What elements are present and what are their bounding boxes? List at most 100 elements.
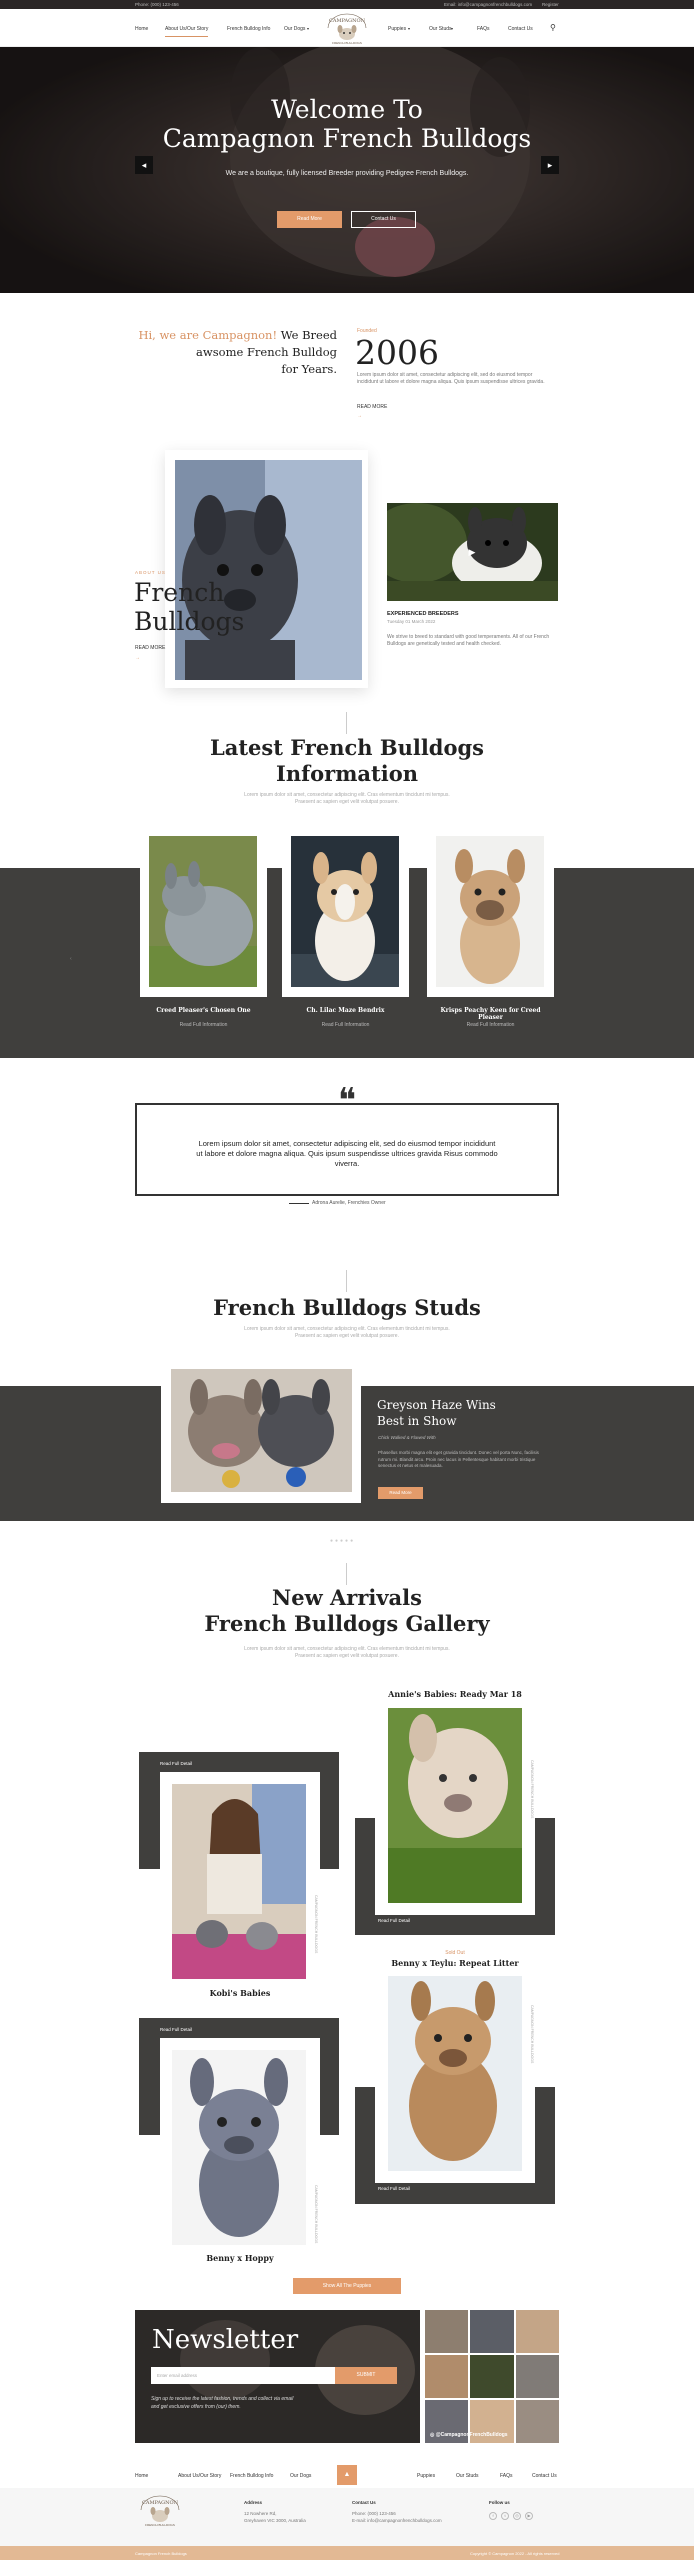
dog-card-1-link[interactable]: Read Full Information [140, 1022, 267, 1028]
footer-address-heading: Address [244, 2500, 263, 2505]
gallery-sub-1: Lorem ipsum dolor sit amet, consectetur … [244, 1646, 450, 1652]
newsletter-text-1: Sign up to receive the latest fashion, t… [151, 2396, 294, 2402]
nav-studs[interactable]: Our Studs [429, 26, 452, 32]
hero-subtitle: We are a boutique, fully licensed Breede… [225, 170, 469, 177]
about-title: French Bulldogs [134, 578, 244, 636]
latest-title-1: Latest French Bulldogs [209, 735, 485, 760]
nav-info[interactable]: French Bulldog Info [227, 26, 270, 32]
gallery-item-kobi-image [172, 1784, 306, 1979]
search-icon[interactable]: ⚲ [550, 23, 556, 32]
newsletter-title: Newsletter [152, 2325, 299, 2355]
gallery-item-teylu-name[interactable]: Benny x Teylu: Repeat Litter [375, 1958, 535, 1968]
footer-contact-heading: Contact Us [352, 2500, 376, 2505]
top-bar: Phone: (000) 123-456 Email: info@campagn… [0, 0, 694, 9]
main-nav: Home About Us/Our Story French Bulldog I… [0, 9, 694, 47]
next-slide-arrow-icon[interactable]: ▸ [541, 156, 559, 174]
about-kicker: ABOUT US [135, 570, 166, 575]
stud-sub: Chick Walked & Flawed With [378, 1435, 436, 1440]
twitter-icon[interactable]: t [501, 2512, 509, 2520]
gallery-side-text: CAMPAGNON FRENCH BULLDOGS [314, 2185, 318, 2244]
studs-sub-2: Praesent ac sapien eget velit volutpat p… [295, 1333, 399, 1339]
login-link[interactable]: Register [542, 2, 559, 7]
gallery-item-hoppy-image [172, 2050, 306, 2245]
about-title-1: French [134, 578, 225, 607]
gallery-item-teylu-image [388, 1976, 522, 2171]
instagram-icon[interactable]: ◎ [513, 2512, 521, 2520]
footer-copyright-right: Copyright © Campagnon 2022 - All rights … [470, 2551, 560, 2556]
nav-home[interactable]: Home [135, 26, 148, 32]
prev-slide-arrow-icon[interactable]: ◂ [135, 156, 153, 174]
footer-body [0, 2488, 694, 2546]
instagram-handle[interactable]: ◎ @CampagnonFrenchBulldogs [430, 2432, 508, 2438]
hero-section: Welcome To Campagnon French Bulldogs We … [0, 47, 694, 293]
intro-heading: Hi, we are Campagnon! We Breed awsome Fr… [130, 327, 337, 378]
author-dash [289, 1203, 309, 1204]
gallery-item-annie-link[interactable]: Read Full Detail [378, 1918, 410, 1923]
nav-contact[interactable]: Contact Us [508, 26, 533, 32]
founded-year: 2006 [355, 333, 439, 372]
footer-logo[interactable]: CAMPAGNON FRENCH BULLDOGS [135, 2494, 185, 2528]
footer-contact-2[interactable]: E-mail: info@campagnonfrenchbulldogs.com [352, 2518, 442, 2523]
footer-link-about[interactable]: About Us/Our Story [178, 2473, 221, 2479]
play-icon[interactable]: ▶ [466, 546, 478, 558]
footer-link-faqs[interactable]: FAQs [500, 2473, 513, 2479]
footer-follow-heading: Follow us [489, 2500, 510, 2505]
footer-link-puppies[interactable]: Puppies [417, 2473, 435, 2479]
chevron-down-icon: ▾ [451, 26, 454, 31]
stud-text: Phasellus morbi magna elit eget gravida … [378, 1450, 539, 1468]
intro-hi: Hi, we are Campagnon! [138, 328, 278, 342]
hero-read-more-button[interactable]: Read More [277, 211, 342, 228]
dog-card-3-name[interactable]: Krisps Peachy Keen for Creed Pleaser [427, 1007, 554, 1021]
footer-link-studs[interactable]: Our Studs [456, 2473, 479, 2479]
carousel-dots[interactable]: ●●●●● [330, 1538, 355, 1544]
footer-link-dogs[interactable]: Our Dogs [290, 2473, 311, 2479]
gallery-item-hoppy-name[interactable]: Benny x Hoppy [160, 2253, 320, 2263]
about-title-2: Bulldogs [134, 607, 245, 636]
nav-about[interactable]: About Us/Our Story [165, 26, 209, 37]
email-text[interactable]: Email: info@campagnonfrenchbulldogs.com [444, 2, 532, 7]
gallery-item-kobi-link[interactable]: Read Full Detail [160, 1761, 192, 1766]
gallery-item-teylu-link[interactable]: Read Full Detail [378, 2186, 410, 2191]
youtube-icon[interactable]: ▶ [525, 2512, 533, 2520]
divider [346, 1563, 347, 1585]
gallery-item-kobi-name[interactable]: Kobi's Babies [160, 1988, 320, 1998]
stud-read-more-button[interactable]: Read More [378, 1487, 423, 1499]
about-read-more-link[interactable]: READ MORE [135, 645, 165, 651]
svg-text:FRENCH BULLDOGS: FRENCH BULLDOGS [332, 41, 362, 45]
dog-card-3-link[interactable]: Read Full Information [427, 1022, 554, 1028]
show-all-puppies-button[interactable]: Show All The Puppies [293, 2278, 401, 2294]
gallery-item-annie-name[interactable]: Annie's Babies: Ready Mar 18 [375, 1689, 535, 1699]
scroll-top-icon[interactable]: ▲ [337, 2465, 357, 2485]
dog-card-1-name[interactable]: Creed Pleaser's Chosen One [140, 1007, 267, 1014]
footer-link-home[interactable]: Home [135, 2473, 148, 2479]
svg-text:CAMPAGNON: CAMPAGNON [329, 18, 366, 24]
nav-faqs[interactable]: FAQs [477, 26, 490, 32]
arrow-left-icon[interactable]: ‹ [70, 956, 72, 962]
instagram-grid[interactable] [425, 2310, 559, 2443]
gallery-item-hoppy-link[interactable]: Read Full Detail [160, 2027, 192, 2032]
svg-text:CAMPAGNON: CAMPAGNON [142, 2500, 179, 2506]
newsletter-submit-button[interactable]: SUBMIT [335, 2367, 397, 2384]
nav-puppies[interactable]: Puppies [388, 26, 406, 32]
gallery-title: New Arrivals French Bulldogs Gallery [0, 1585, 694, 1637]
footer-link-contact[interactable]: Contact Us [532, 2473, 557, 2479]
svg-text:FRENCH BULLDOGS: FRENCH BULLDOGS [145, 2523, 175, 2527]
footer-link-info[interactable]: French Bulldog Info [230, 2473, 273, 2479]
footer-contact-1[interactable]: Phone: (000) 123-456 [352, 2511, 396, 2516]
gallery-side-text: CAMPAGNON FRENCH BULLDOGS [530, 2005, 534, 2064]
facebook-icon[interactable]: f [489, 2512, 497, 2520]
hero-title-line-2: Campagnon French Bulldogs [162, 124, 532, 153]
newsletter-email-input[interactable]: Enter email address [151, 2367, 335, 2384]
hero-contact-button[interactable]: Contact Us [351, 211, 416, 228]
gallery-side-text: CAMPAGNON FRENCH BULLDOGS [530, 1760, 534, 1819]
dog-card-2-name[interactable]: Ch. Lilac Maze Bendrix [282, 1007, 409, 1014]
dog-card-3-image [436, 836, 544, 987]
intro-read-more-link[interactable]: READ MORE [357, 404, 387, 410]
dog-card-2-link[interactable]: Read Full Information [282, 1022, 409, 1028]
nav-dogs[interactable]: Our Dogs [284, 26, 305, 32]
site-logo[interactable]: CAMPAGNON FRENCH BULLDOGS [322, 12, 372, 46]
footer-copyright-left: Campagnon French Bulldogs [135, 2551, 187, 2556]
newsletter-text: Sign up to receive the latest fashion, t… [151, 2395, 381, 2411]
latest-title-2: Information [276, 761, 418, 786]
video-title: EXPERIENCED BREEDERS [387, 611, 459, 617]
